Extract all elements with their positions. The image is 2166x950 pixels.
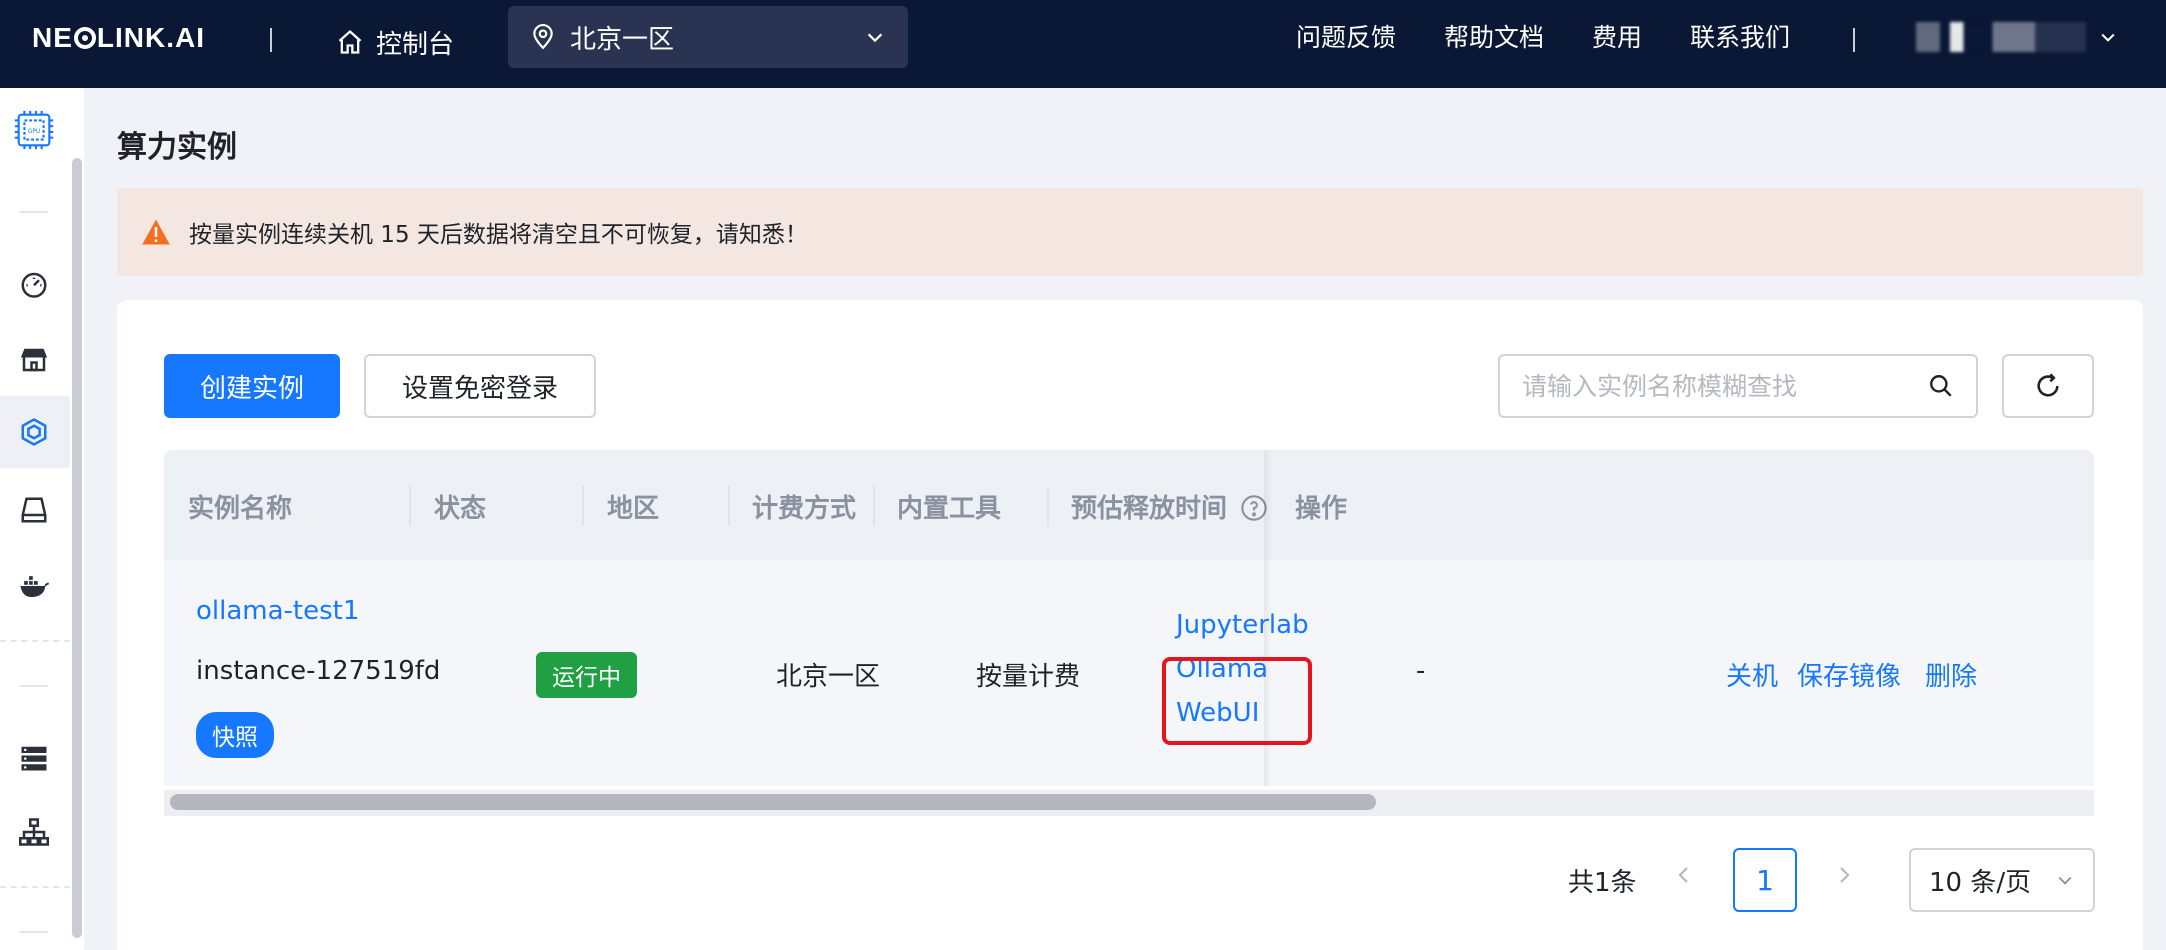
column-divider [409, 486, 411, 526]
region-select-value: 北京一区 [570, 24, 675, 55]
page-title: 算力实例 [117, 130, 237, 165]
svg-text:GPU: GPU [28, 129, 40, 135]
status-badge: 运行中 [536, 652, 637, 698]
chevron-down-icon [2058, 876, 2072, 885]
chevron-down-icon [867, 33, 883, 43]
instance-card: 创建实例 设置免密登录 实例名称 状态 地区 计费方式 内置工具 预估释放时间 … [117, 300, 2143, 950]
prev-page-button[interactable] [1674, 862, 1694, 895]
instance-icon[interactable] [16, 414, 52, 450]
chevron-right-icon [1840, 867, 1850, 883]
sidebar-divider [20, 685, 48, 687]
sidebar-divider [20, 931, 48, 933]
shutdown-link[interactable]: 关机 [1726, 656, 1778, 693]
refresh-button[interactable] [2002, 354, 2094, 418]
column-header-billing: 计费方式 [752, 494, 857, 524]
dashboard-icon[interactable] [16, 266, 52, 302]
page-1-button[interactable]: 1 [1733, 848, 1797, 912]
release-time-cell: - [1416, 656, 1426, 686]
alert-text: 按量实例连续关机 15 天后数据将清空且不可恢复，请知悉！ [189, 222, 808, 248]
table-header: 实例名称 状态 地区 计费方式 内置工具 预估释放时间 操作 [164, 450, 2094, 560]
home-icon [338, 29, 362, 54]
page-size-select[interactable]: 10 条/页 [1909, 848, 2095, 912]
search-icon[interactable] [1928, 373, 1954, 399]
column-header-tools: 内置工具 [897, 494, 1002, 524]
page-size-value: 10 条/页 [1929, 867, 2032, 898]
highlight-box [1162, 657, 1312, 745]
header-divider [1853, 28, 1855, 52]
snapshot-badge[interactable]: 快照 [196, 712, 274, 758]
console-label: 控制台 [376, 29, 455, 60]
help-docs-link[interactable]: 帮助文档 [1444, 18, 1544, 54]
passwordless-login-button[interactable]: 设置免密登录 [364, 354, 596, 418]
search-input[interactable] [1522, 371, 1928, 401]
instance-name-link[interactable]: ollama-test1 [196, 596, 359, 626]
location-pin-icon [533, 24, 553, 50]
column-divider [1047, 486, 1049, 526]
column-header-release-time: 预估释放时间 [1071, 488, 1268, 525]
warning-icon [142, 219, 170, 245]
refresh-icon [2037, 373, 2059, 397]
column-divider [873, 486, 875, 526]
instance-table: 实例名称 状态 地区 计费方式 内置工具 预估释放时间 操作 [164, 450, 2094, 814]
user-menu[interactable] [1916, 22, 2118, 52]
save-image-link[interactable]: 保存镜像 [1797, 656, 1901, 693]
next-page-button[interactable] [1834, 862, 1854, 895]
region-select[interactable]: 北京一区 [508, 6, 908, 68]
docker-icon[interactable] [16, 568, 52, 604]
gpu-icon[interactable]: GPU [10, 106, 58, 154]
instance-id: instance-127519fd [196, 656, 441, 686]
billing-link[interactable]: 费用 [1592, 18, 1642, 54]
sidebar-divider [0, 886, 70, 888]
sidebar: GPU [0, 88, 84, 950]
logo-o-mark [73, 27, 96, 49]
brand-logo[interactable]: NE LINK.AI [32, 22, 205, 54]
user-name-redacted [1916, 22, 2086, 52]
snapshot-badge-wrap: 快照 [196, 712, 274, 758]
feedback-link[interactable]: 问题反馈 [1296, 18, 1396, 54]
sidebar-scrollbar[interactable] [72, 158, 82, 938]
column-header-status: 状态 [434, 494, 487, 524]
store-icon[interactable] [16, 342, 52, 378]
header-divider [270, 28, 272, 52]
chevron-down-icon [2101, 33, 2115, 42]
delete-link[interactable]: 删除 [1925, 656, 1977, 693]
warning-alert: 按量实例连续关机 15 天后数据将清空且不可恢复，请知悉！ [117, 188, 2143, 276]
storage-icon[interactable] [16, 492, 52, 528]
column-divider [582, 486, 584, 526]
column-divider [728, 486, 730, 526]
instance-search [1498, 354, 1978, 418]
region-cell: 北京一区 [776, 662, 881, 692]
header-links: 问题反馈 帮助文档 费用 联系我们 [1296, 18, 1790, 54]
pagination-total: 共1条 [1568, 868, 1637, 898]
column-header-region: 地区 [607, 494, 660, 524]
jupyterlab-link[interactable]: Jupyterlab [1176, 610, 1309, 640]
console-link[interactable]: 控制台 [336, 20, 454, 64]
column-header-actions: 操作 [1295, 494, 1348, 524]
top-navigation-bar: NE LINK.AI 控制台 北京一区 问题反馈 帮助文档 费用 联系我们 [0, 0, 2166, 88]
contact-us-link[interactable]: 联系我们 [1690, 18, 1790, 54]
sidebar-divider [20, 211, 48, 213]
status-cell: 运行中 [536, 652, 637, 698]
network-icon[interactable] [16, 814, 52, 850]
create-instance-button[interactable]: 创建实例 [164, 354, 340, 418]
sidebar-divider [0, 640, 70, 642]
scrollbar-thumb[interactable] [170, 794, 1376, 810]
billing-cell: 按量计费 [976, 662, 1081, 692]
column-header-name: 实例名称 [188, 494, 293, 524]
chevron-left-icon [1678, 867, 1688, 883]
server-icon[interactable] [16, 740, 52, 776]
